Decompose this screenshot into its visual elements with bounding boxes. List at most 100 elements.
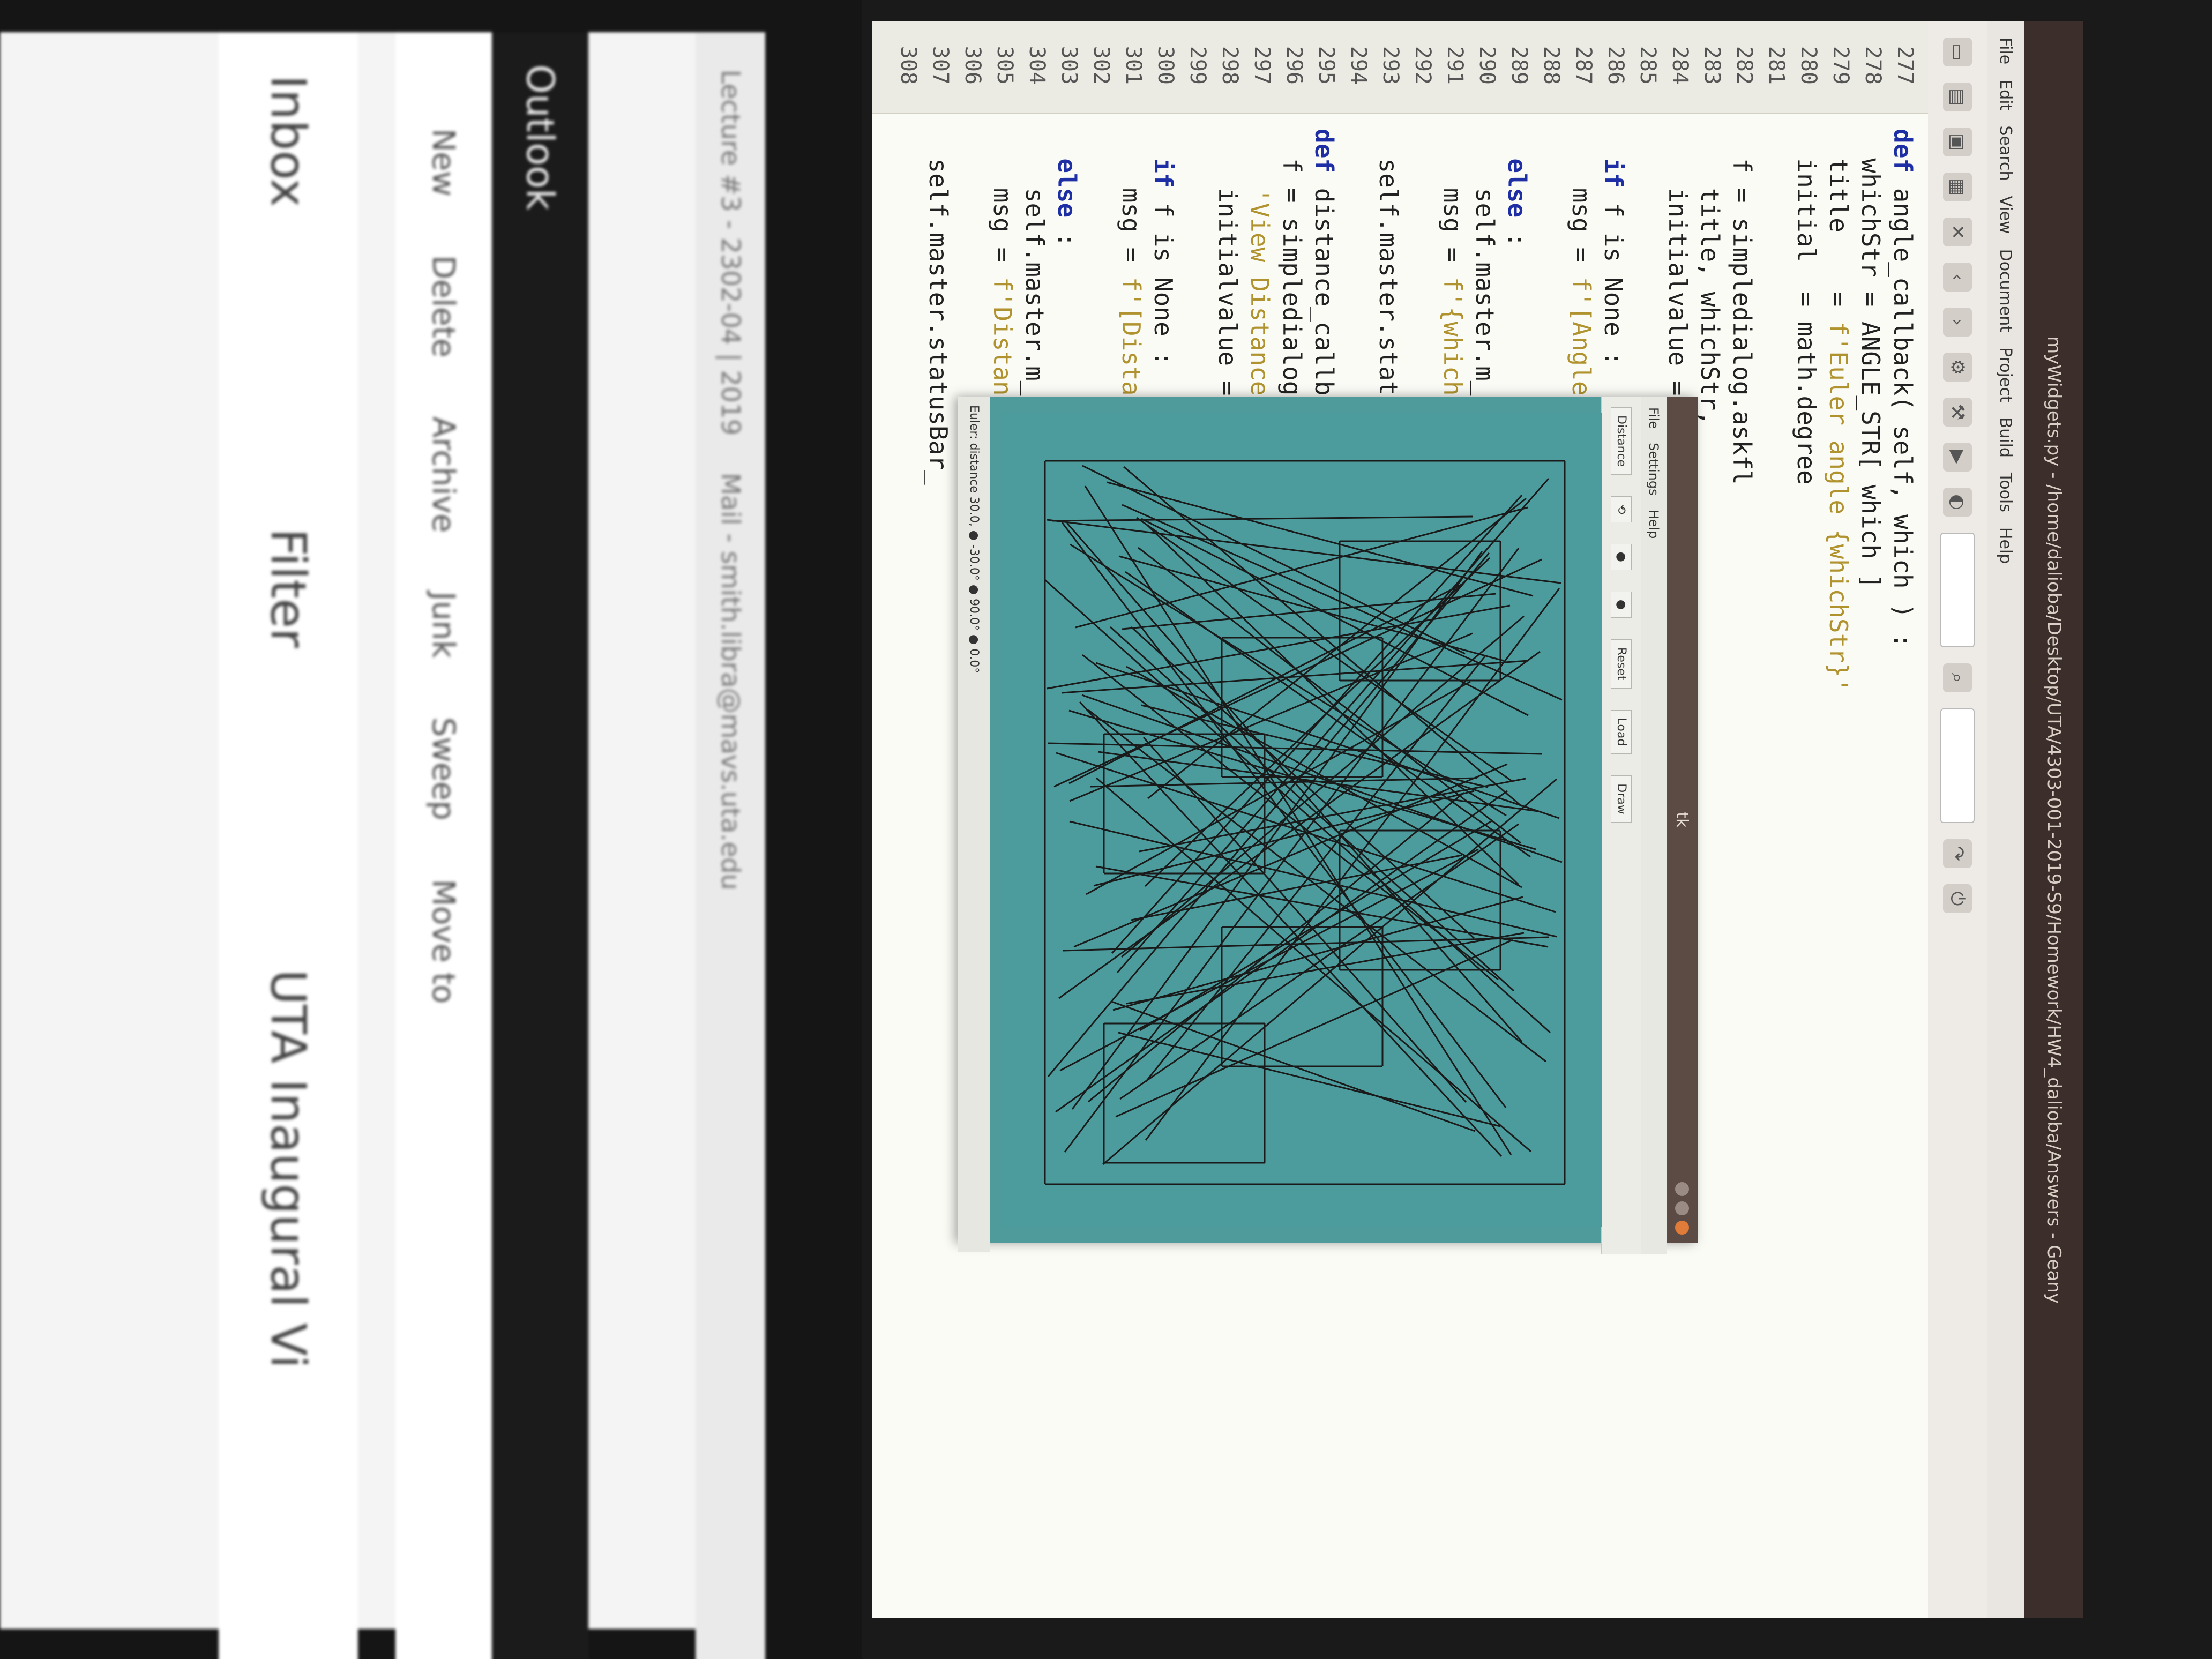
close-icon[interactable]: ✕ [1943,218,1972,246]
menu-build[interactable]: Build [1997,417,2015,458]
minimize-icon[interactable] [1675,1182,1689,1196]
code-text: initial = math.degree [1792,129,1821,485]
tk-menu-help[interactable]: Help [1646,510,1661,539]
code-line: def angle_callback( self, which ) : [1888,129,1917,648]
tk-menu-settings[interactable]: Settings [1646,443,1661,495]
line-number: 278 [1860,46,1885,85]
code-line: initial = math.degree [1792,129,1821,485]
menu-search[interactable]: Search [1997,125,2015,181]
back-icon[interactable]: ‹ [1943,263,1972,292]
move-to-button[interactable]: Move to [425,879,462,1004]
code-text: : [1503,232,1531,248]
maximize-icon[interactable] [1675,1201,1689,1215]
line-number: 297 [1250,46,1274,85]
rotate-y-icon[interactable]: ● [1611,543,1632,570]
line-number: 295 [1314,46,1339,85]
line-number: 277 [1893,46,1917,85]
rotate-x-icon[interactable]: ⟲ [1611,496,1632,522]
compile-icon[interactable]: ⚙ [1943,353,1972,382]
menu-help[interactable]: Help [1997,527,2015,564]
line-number: 286 [1603,46,1628,85]
code-line: self.master.statusBar_ [924,129,953,484]
message-preview[interactable]: UTA Inaugural Vi [260,969,317,1368]
quit-icon[interactable]: ⏻ [1943,884,1972,913]
wireframe-edge [1051,515,1474,522]
outlook-actions: New Delete Archive Junk Sweep Move to [395,32,492,1659]
rotate-z-icon[interactable]: ● [1611,591,1632,618]
menu-project[interactable]: Project [1997,347,2015,402]
sweep-button[interactable]: Sweep [425,717,462,820]
wireframe-edge [1088,709,1546,1063]
tab-mail[interactable]: Mail - smith.libra@mavs.uta.edu [715,473,745,890]
line-number: 281 [1764,46,1789,85]
code-text: f = simpledialog.askfl [1728,129,1757,485]
color-icon[interactable]: ◐ [1943,488,1972,517]
code-text: title, whichStr, [1695,129,1724,425]
wireframe-drawing [1044,460,1566,1185]
filter-button[interactable]: Filter [260,528,317,648]
code-text: msg = [988,129,1017,277]
code-keyword: else [1052,129,1081,233]
junk-button[interactable]: Junk [425,592,462,658]
new-button[interactable]: New [425,129,462,197]
line-number: 306 [960,46,985,85]
line-number: 284 [1668,46,1692,85]
code-text: f is None : [1599,203,1628,367]
inbox-label[interactable]: Inbox [260,75,317,207]
line-number: 293 [1378,46,1403,85]
line-number: 308 [896,46,921,85]
menu-document[interactable]: Document [1997,249,2015,332]
tk-menu-bar: File Settings Help [1641,397,1667,1254]
photo: myWidgets.py - /home/dalioba/Desktop/UTA… [0,0,2212,1659]
tab-lecture[interactable]: Lecture #3 - 2302-04 | 2019 [715,70,745,436]
tk-window[interactable]: tk File Settings Help Distance ⟲ ● ● Res… [958,397,1698,1254]
line-number: 304 [1025,46,1049,85]
search-field[interactable] [1940,533,1975,647]
wireframe-edge [1144,557,1491,887]
forward-icon[interactable]: › [1943,308,1972,337]
reset-button[interactable]: Reset [1611,639,1632,689]
code-editor[interactable]: 277 278 279 280 281 282 283 284 285 286 287 288 289 2… [872,21,1928,1618]
close-window-icon[interactable] [1675,1221,1689,1235]
build-icon[interactable]: ⚒ [1943,398,1972,427]
jump-icon[interactable]: ↷ [1943,839,1972,868]
line-number: 288 [1539,46,1564,85]
code-keyword: def [1888,129,1917,188]
code-line: else : [1503,129,1531,248]
menu-file[interactable]: File [1997,38,2015,64]
wireframe-canvas[interactable] [1002,413,1602,1227]
wireframe-edge [1115,939,1513,1118]
line-number: 296 [1282,46,1306,85]
delete-button[interactable]: Delete [425,256,462,358]
draw-button[interactable]: Draw [1611,775,1632,823]
code-line: if f is None : [1599,129,1628,366]
toolbar: ▭ ▤ ▣ ▦ ✕ ‹ › ⚙ ⚒ ▶ ◐ ⌕ ↷ ⏻ [1927,21,1987,1618]
menu-edit[interactable]: Edit [1997,79,2015,110]
distance-button[interactable]: Distance [1611,407,1632,475]
menu-tools[interactable]: Tools [1997,473,2015,512]
run-icon[interactable]: ▶ [1943,443,1972,472]
find-icon[interactable]: ⌕ [1943,663,1972,692]
rotated-scene: myWidgets.py - /home/dalioba/Desktop/UTA… [0,0,2212,1659]
monitor-screen: myWidgets.py - /home/dalioba/Desktop/UTA… [872,21,2083,1618]
wireframe-edge [1107,481,1534,597]
line-number: 289 [1507,46,1531,85]
line-number: 307 [928,46,953,85]
load-button[interactable]: Load [1611,709,1632,754]
line-number: 302 [1089,46,1114,85]
archive-button[interactable]: Archive [425,416,462,533]
menu-view[interactable]: View [1997,196,2015,234]
line-number: 292 [1410,46,1435,85]
goto-line-field[interactable] [1940,708,1975,823]
code-line: else : [1052,129,1081,247]
new-file-icon[interactable]: ▭ [1943,38,1972,66]
save-all-icon[interactable]: ▦ [1943,173,1972,201]
tk-menu-file[interactable]: File [1646,407,1661,429]
code-line: f = simpledialog.askfl [1728,129,1757,485]
open-file-icon[interactable]: ▤ [1943,83,1972,111]
save-icon[interactable]: ▣ [1943,128,1972,156]
code-text: f is None : [1149,203,1178,367]
code-keyword: if [1149,129,1178,203]
tk-toolbar: Distance ⟲ ● ● Reset Load Draw [1601,397,1641,1254]
line-number: 305 [992,46,1017,85]
